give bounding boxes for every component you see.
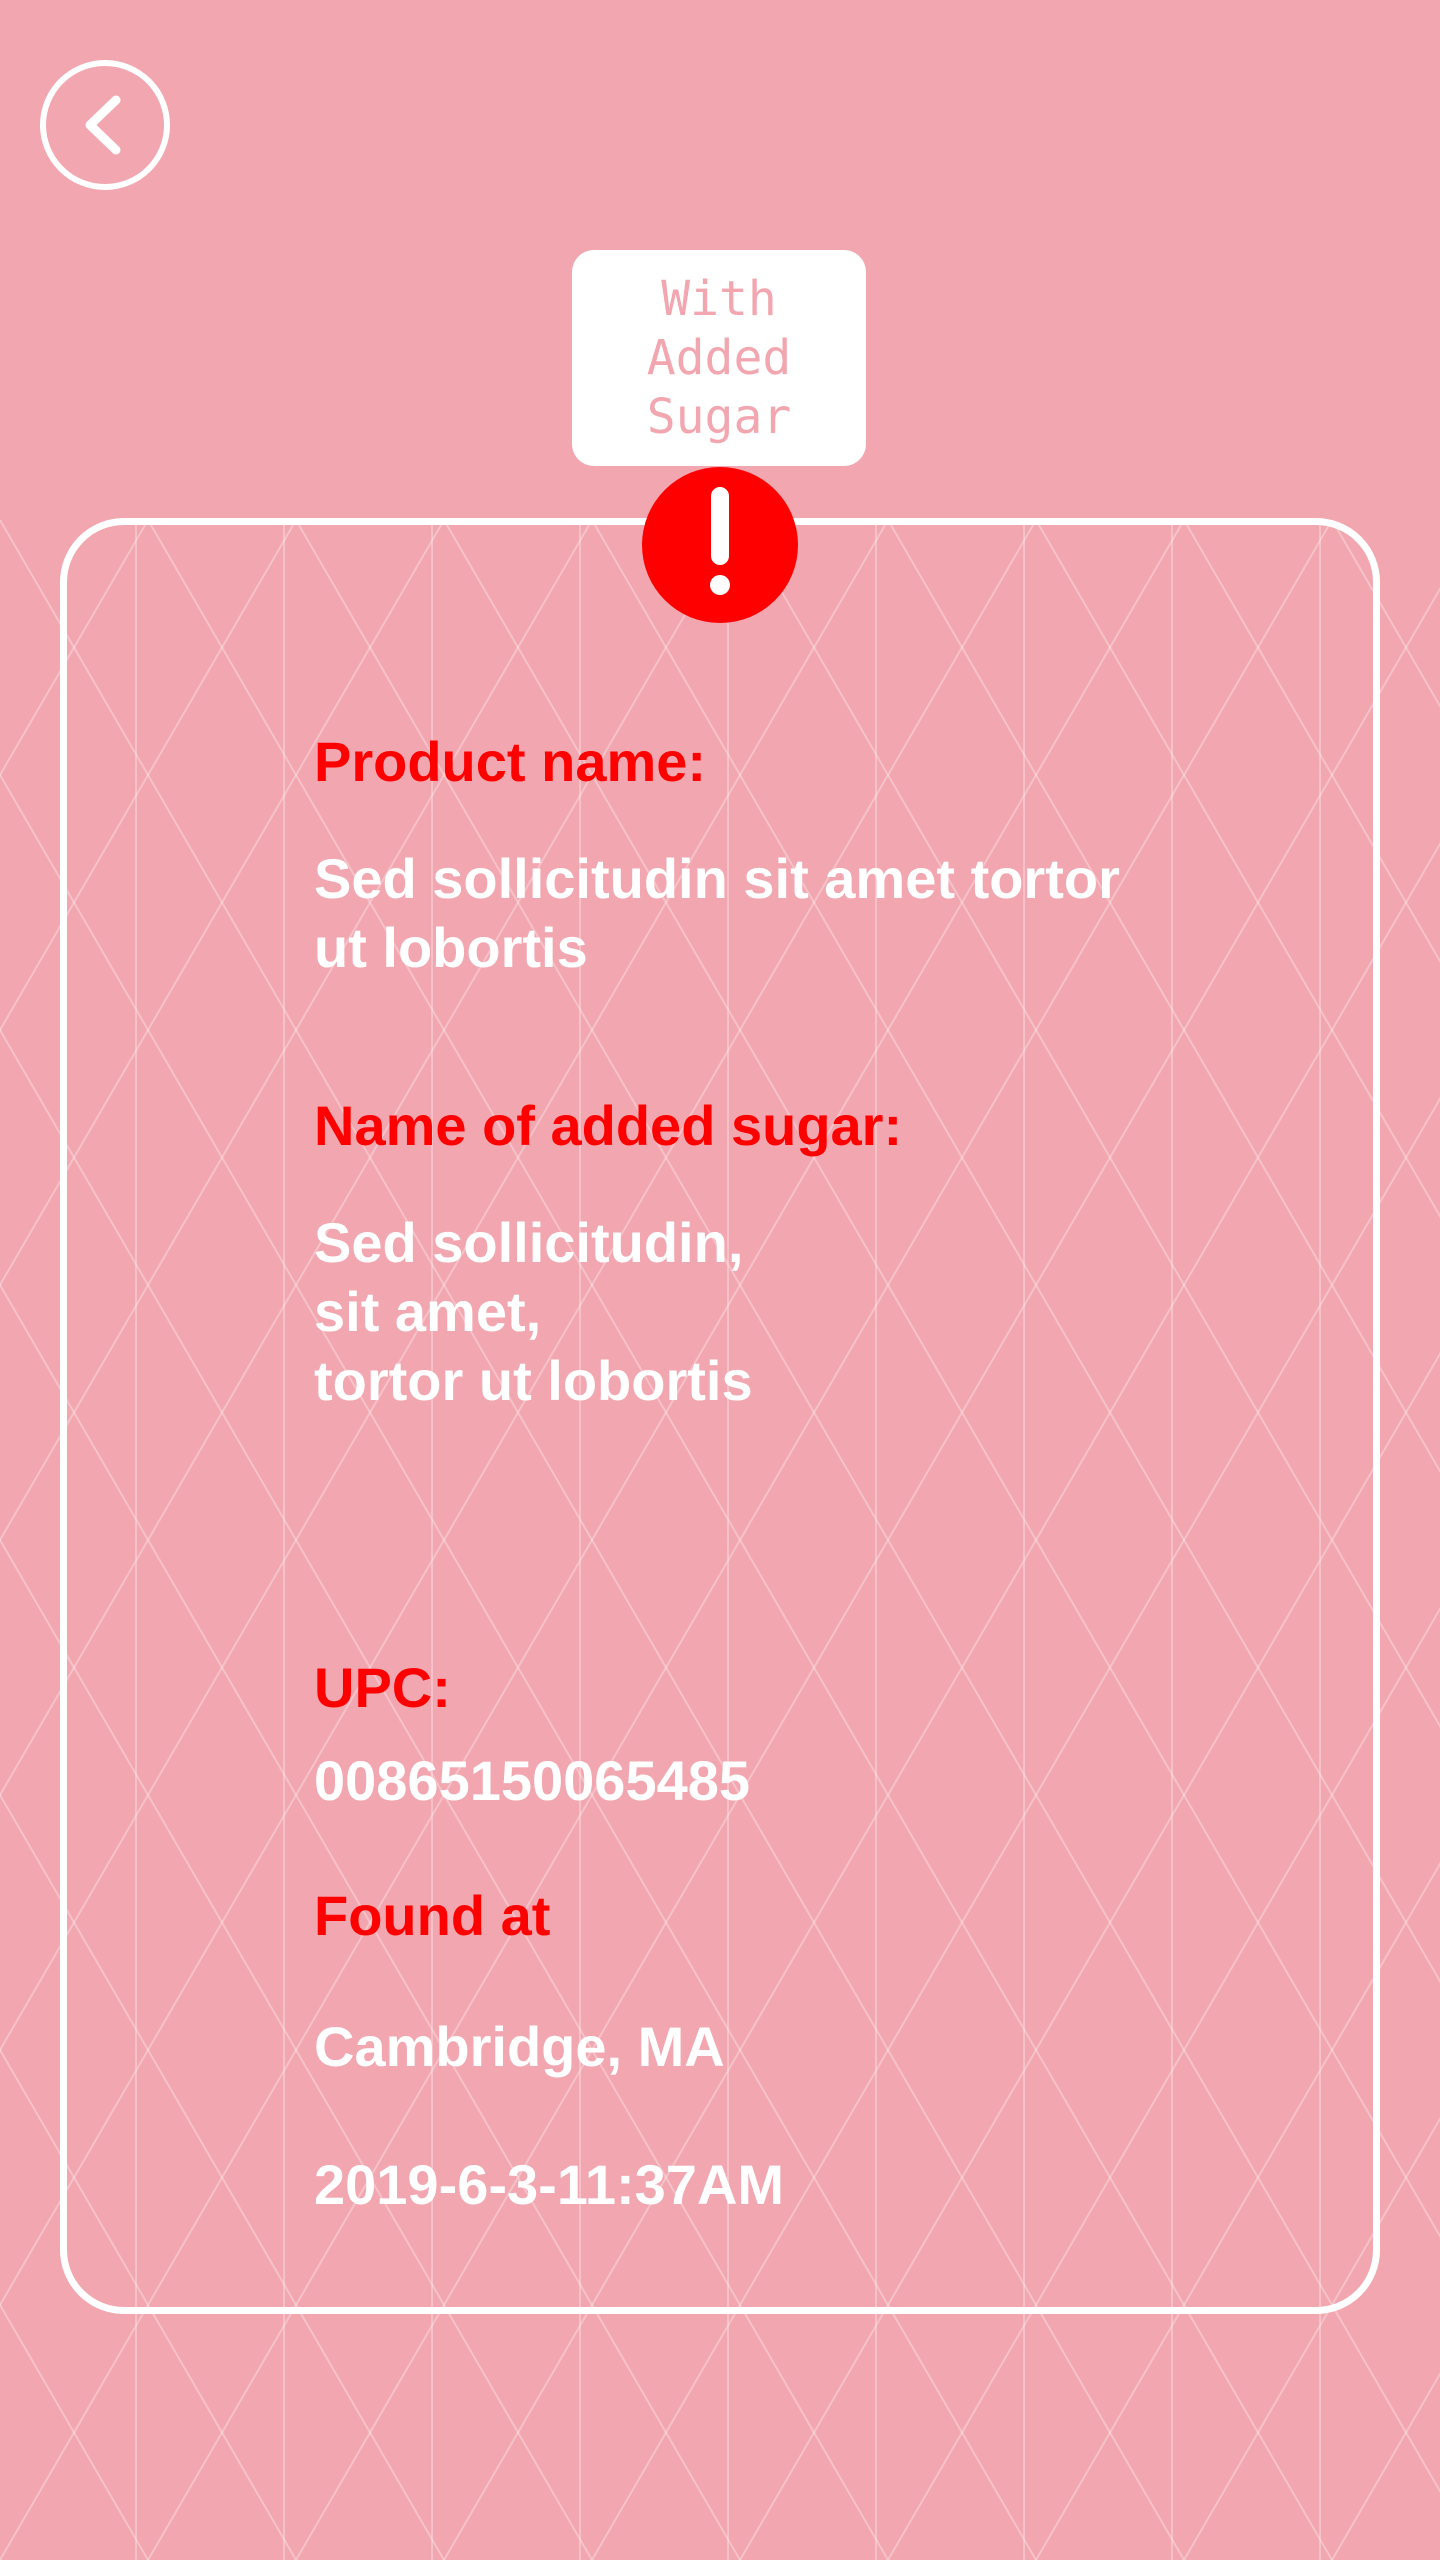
timestamp-value: 2019-6-3-11:37AM [314,2153,785,2216]
tag-label: With Added Sugar [646,270,792,445]
chevron-left-icon [85,95,121,155]
alert-badge [642,467,798,623]
location-value: Cambridge, MA [314,2015,725,2078]
back-button[interactable] [40,60,170,190]
added-sugar-tag: With Added Sugar [572,250,866,466]
found-at-label: Found at [314,1884,551,1947]
product-name-value: Sed sollicitudin sit amet tortor ut lobo… [314,847,1120,979]
added-sugar-label: Name of added sugar: [314,1094,903,1157]
product-name-label: Product name: [314,730,707,793]
exclamation-icon [710,487,730,595]
added-sugar-value: Sed sollicitudin, sit amet, tortor ut lo… [314,1211,753,1412]
upc-label: UPC: [314,1656,451,1719]
upc-value: 00865150065485 [314,1749,751,1812]
